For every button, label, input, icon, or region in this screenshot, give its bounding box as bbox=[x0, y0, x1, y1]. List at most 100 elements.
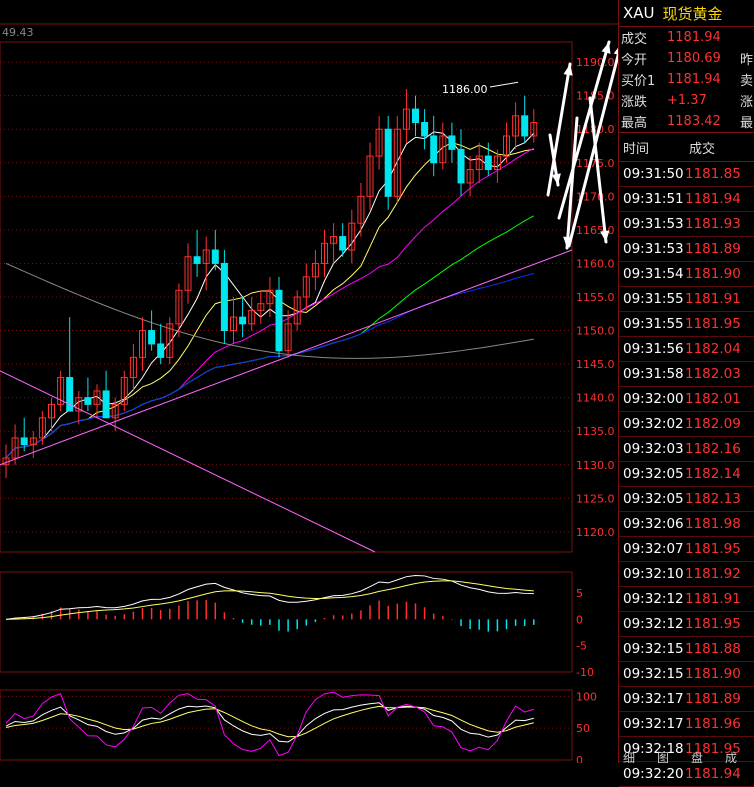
tick-list[interactable]: 09:31:50 1181.85 09:31:51 1181.94 09:31:53 11… bbox=[619, 162, 754, 787]
tick-price: 1182.16 bbox=[685, 441, 741, 457]
tick-row: 09:32:15 1181.90 bbox=[619, 662, 754, 687]
candle-body bbox=[484, 155, 492, 171]
tick-time: 09:32:05 bbox=[623, 466, 684, 482]
tick-time: 09:31:53 bbox=[623, 216, 684, 232]
price-frame bbox=[0, 41, 573, 553]
candle-body bbox=[211, 249, 219, 264]
tick-row: 09:32:10 1181.92 bbox=[619, 562, 754, 587]
trendline-resistance bbox=[0, 370, 376, 553]
tick-time: 09:32:07 bbox=[623, 541, 684, 557]
annotation-arrow bbox=[588, 96, 608, 244]
quote-header: XAU 现货黄金 bbox=[619, 0, 754, 27]
quote-row: 今开 1180.69 昨 bbox=[619, 48, 754, 69]
tick-time: 09:31:54 bbox=[623, 266, 684, 282]
tick-row: 09:31:51 1181.94 bbox=[619, 187, 754, 212]
tick-row: 09:32:02 1182.09 bbox=[619, 412, 754, 437]
price-axis-label: 1120.0 bbox=[576, 526, 615, 539]
price-axis-label: 1140.0 bbox=[576, 392, 615, 405]
candle-body bbox=[457, 148, 465, 184]
quote-list: 成交 1181.94 今开 1180.69 昨买价1 1181.94 卖涨跌 +1.37 涨最高… bbox=[619, 27, 754, 132]
tick-time: 09:32:17 bbox=[623, 691, 684, 707]
kdj-axis-label: 100 bbox=[576, 690, 597, 703]
tick-row: 09:32:12 1181.95 bbox=[619, 612, 754, 637]
tick-time: 09:31:55 bbox=[623, 316, 684, 332]
candle-body bbox=[157, 343, 165, 358]
quote-label: 今开 bbox=[621, 53, 648, 68]
tick-time: 09:32:06 bbox=[623, 516, 684, 532]
candle-body bbox=[84, 397, 92, 405]
tick-price: 1181.94 bbox=[685, 191, 741, 207]
tick-price: 1181.95 bbox=[685, 541, 741, 557]
quote-value: 1180.69 bbox=[667, 51, 721, 66]
header-left-value: 49.43 bbox=[2, 26, 34, 39]
ticks-header-time: 时间 bbox=[623, 141, 650, 157]
macd-frame bbox=[0, 571, 573, 673]
ticks-header-price: 成交 bbox=[689, 141, 716, 157]
tick-price: 1181.95 bbox=[685, 616, 741, 632]
candle-body bbox=[102, 390, 110, 419]
candle-body bbox=[421, 122, 429, 137]
quote-row: 成交 1181.94 bbox=[619, 27, 754, 48]
tick-row: 09:31:53 1181.89 bbox=[619, 237, 754, 262]
tick-row: 09:32:00 1182.01 bbox=[619, 387, 754, 412]
tick-price: 1181.89 bbox=[685, 241, 741, 257]
quote-panel: XAU 现货黄金 成交 1181.94 今开 1180.69 昨买价1 1181.94 卖涨… bbox=[618, 0, 754, 787]
tick-row: 09:31:58 1182.03 bbox=[619, 362, 754, 387]
quote-value: 1183.42 bbox=[667, 114, 721, 129]
tick-time: 09:32:15 bbox=[623, 666, 684, 682]
tick-row: 09:31:55 1181.91 bbox=[619, 287, 754, 312]
candle-body bbox=[20, 437, 28, 446]
tick-time: 09:32:00 bbox=[623, 391, 684, 407]
panel-tab[interactable]: 成 bbox=[725, 749, 737, 763]
quote-row: 买价1 1181.94 卖 bbox=[619, 69, 754, 90]
symbol-label: XAU bbox=[623, 4, 655, 22]
tick-price: 1181.91 bbox=[685, 291, 741, 307]
macd-dif-line bbox=[5, 575, 534, 620]
quote-value: +1.37 bbox=[667, 93, 707, 108]
price-axis-label: 1145.0 bbox=[576, 358, 615, 371]
instrument-name: 现货黄金 bbox=[662, 4, 723, 23]
high-marker bbox=[489, 81, 519, 88]
tick-row: 09:32:06 1181.98 bbox=[619, 512, 754, 537]
chart-area[interactable]: 49.43 1190.01185.01180.01175.01170.01165… bbox=[0, 0, 618, 763]
panel-tab[interactable]: 盘 bbox=[691, 749, 703, 763]
price-axis-label: 1130.0 bbox=[576, 459, 615, 472]
panel-tab[interactable]: 细 bbox=[623, 749, 635, 763]
candle-body bbox=[275, 289, 283, 352]
macd-axis-label: -5 bbox=[576, 640, 587, 653]
tick-row: 09:32:05 1182.14 bbox=[619, 462, 754, 487]
tick-row: 09:32:15 1181.88 bbox=[619, 637, 754, 662]
macd-axis-label: 5 bbox=[576, 587, 583, 600]
tick-price: 1181.93 bbox=[685, 216, 741, 232]
price-axis-label: 1135.0 bbox=[576, 425, 615, 438]
macd-axis-label: -10 bbox=[576, 666, 594, 679]
quote-label: 最高 bbox=[621, 116, 648, 131]
trendline-support bbox=[0, 249, 573, 466]
ticks-header: 时间 成交 bbox=[619, 132, 754, 162]
tick-time: 09:32:03 bbox=[623, 441, 684, 457]
quote-value: 1181.94 bbox=[667, 72, 721, 87]
quote-extra: 昨 bbox=[739, 53, 753, 68]
macd-axis-label: 0 bbox=[576, 613, 583, 626]
tick-row: 09:31:53 1181.93 bbox=[619, 212, 754, 237]
candle-body bbox=[193, 256, 201, 264]
panel-tab[interactable]: 图 bbox=[657, 749, 669, 763]
tick-time: 09:31:53 bbox=[623, 241, 684, 257]
quote-extra: 最 bbox=[739, 116, 753, 131]
quote-label: 成交 bbox=[621, 32, 648, 47]
tick-price: 1181.94 bbox=[685, 766, 741, 782]
price-axis-label: 1165.0 bbox=[576, 224, 615, 237]
macd-dea-line bbox=[5, 580, 534, 620]
tick-row: 09:31:56 1182.04 bbox=[619, 337, 754, 362]
tick-price: 1181.85 bbox=[685, 166, 741, 182]
tick-price: 1181.98 bbox=[685, 516, 741, 532]
tick-time: 09:32:17 bbox=[623, 716, 684, 732]
tick-price: 1181.90 bbox=[685, 266, 741, 282]
tick-time: 09:32:15 bbox=[623, 641, 684, 657]
tick-price: 1182.03 bbox=[685, 366, 741, 382]
quote-extra: 卖 bbox=[739, 74, 753, 89]
tick-time: 09:31:55 bbox=[623, 291, 684, 307]
price-axis-label: 1160.0 bbox=[576, 257, 615, 270]
quote-label: 买价1 bbox=[621, 74, 656, 89]
tick-row: 09:32:07 1181.95 bbox=[619, 537, 754, 562]
